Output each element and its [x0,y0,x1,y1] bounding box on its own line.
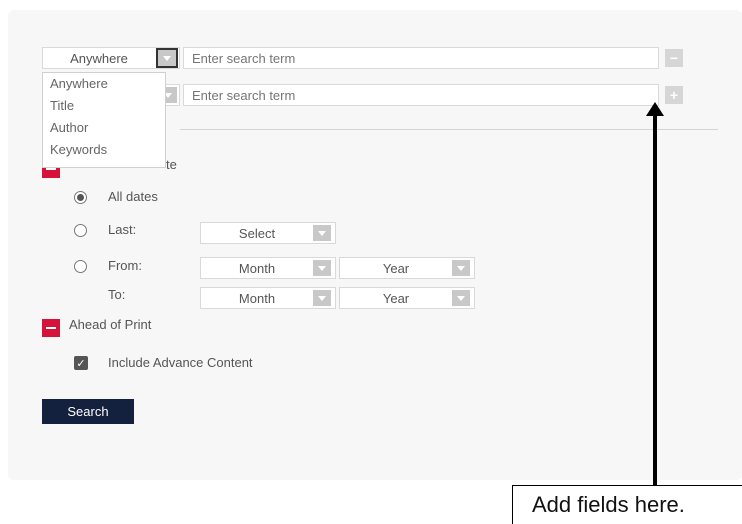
search-term-input-row-2[interactable] [183,84,659,106]
to-label: To: [108,287,126,302]
last-select-value: Select [238,226,276,241]
chevron-down-icon[interactable] [156,48,178,68]
include-advance-content-label: Include Advance Content [108,355,253,370]
from-year-value: Year [382,261,410,276]
radio-last-label: Last: [108,222,137,237]
chevron-down-icon[interactable] [313,290,331,306]
to-year-value: Year [382,291,410,306]
field-select-row-1[interactable]: Anywhere [42,47,180,69]
search-button[interactable]: Search [42,399,134,424]
last-select[interactable]: Select [200,222,336,244]
chevron-down-icon[interactable] [313,260,331,276]
radio-last[interactable] [74,224,87,237]
radio-from-label: From: [108,258,142,273]
chevron-down-icon[interactable] [313,225,331,241]
to-month-value: Month [238,291,276,306]
divider [180,129,718,130]
ahead-of-print-title: Ahead of Print [69,317,152,332]
include-advance-content-checkbox[interactable]: ✓ [74,356,88,370]
from-month-value: Month [238,261,276,276]
ahead-of-print-toggle[interactable] [42,319,60,337]
field-dropdown-menu[interactable]: Anywhere Title Author Keywords [42,72,166,168]
remove-field-button[interactable]: − [665,49,683,67]
add-field-button[interactable]: + [665,86,683,104]
search-term-input-row-1[interactable] [183,47,659,69]
callout-text: Add fields here. [512,485,742,524]
from-month-select[interactable]: Month [200,257,336,279]
from-year-select[interactable]: Year [339,257,475,279]
minus-icon [46,168,56,170]
radio-all-dates-label: All dates [108,189,158,204]
radio-all-dates[interactable] [74,191,87,204]
radio-from[interactable] [74,260,87,273]
chevron-down-icon[interactable] [452,290,470,306]
dropdown-option-keywords[interactable]: Keywords [43,139,165,161]
minus-icon [46,327,56,329]
to-month-select[interactable]: Month [200,287,336,309]
callout-line [653,112,657,488]
date-section-title: te [166,157,177,172]
dropdown-option-title[interactable]: Title [43,95,165,117]
field-select-value: Anywhere [70,51,128,66]
dropdown-option-author[interactable]: Author [43,117,165,139]
to-year-select[interactable]: Year [339,287,475,309]
chevron-down-icon[interactable] [452,260,470,276]
dropdown-option-anywhere[interactable]: Anywhere [43,73,165,95]
